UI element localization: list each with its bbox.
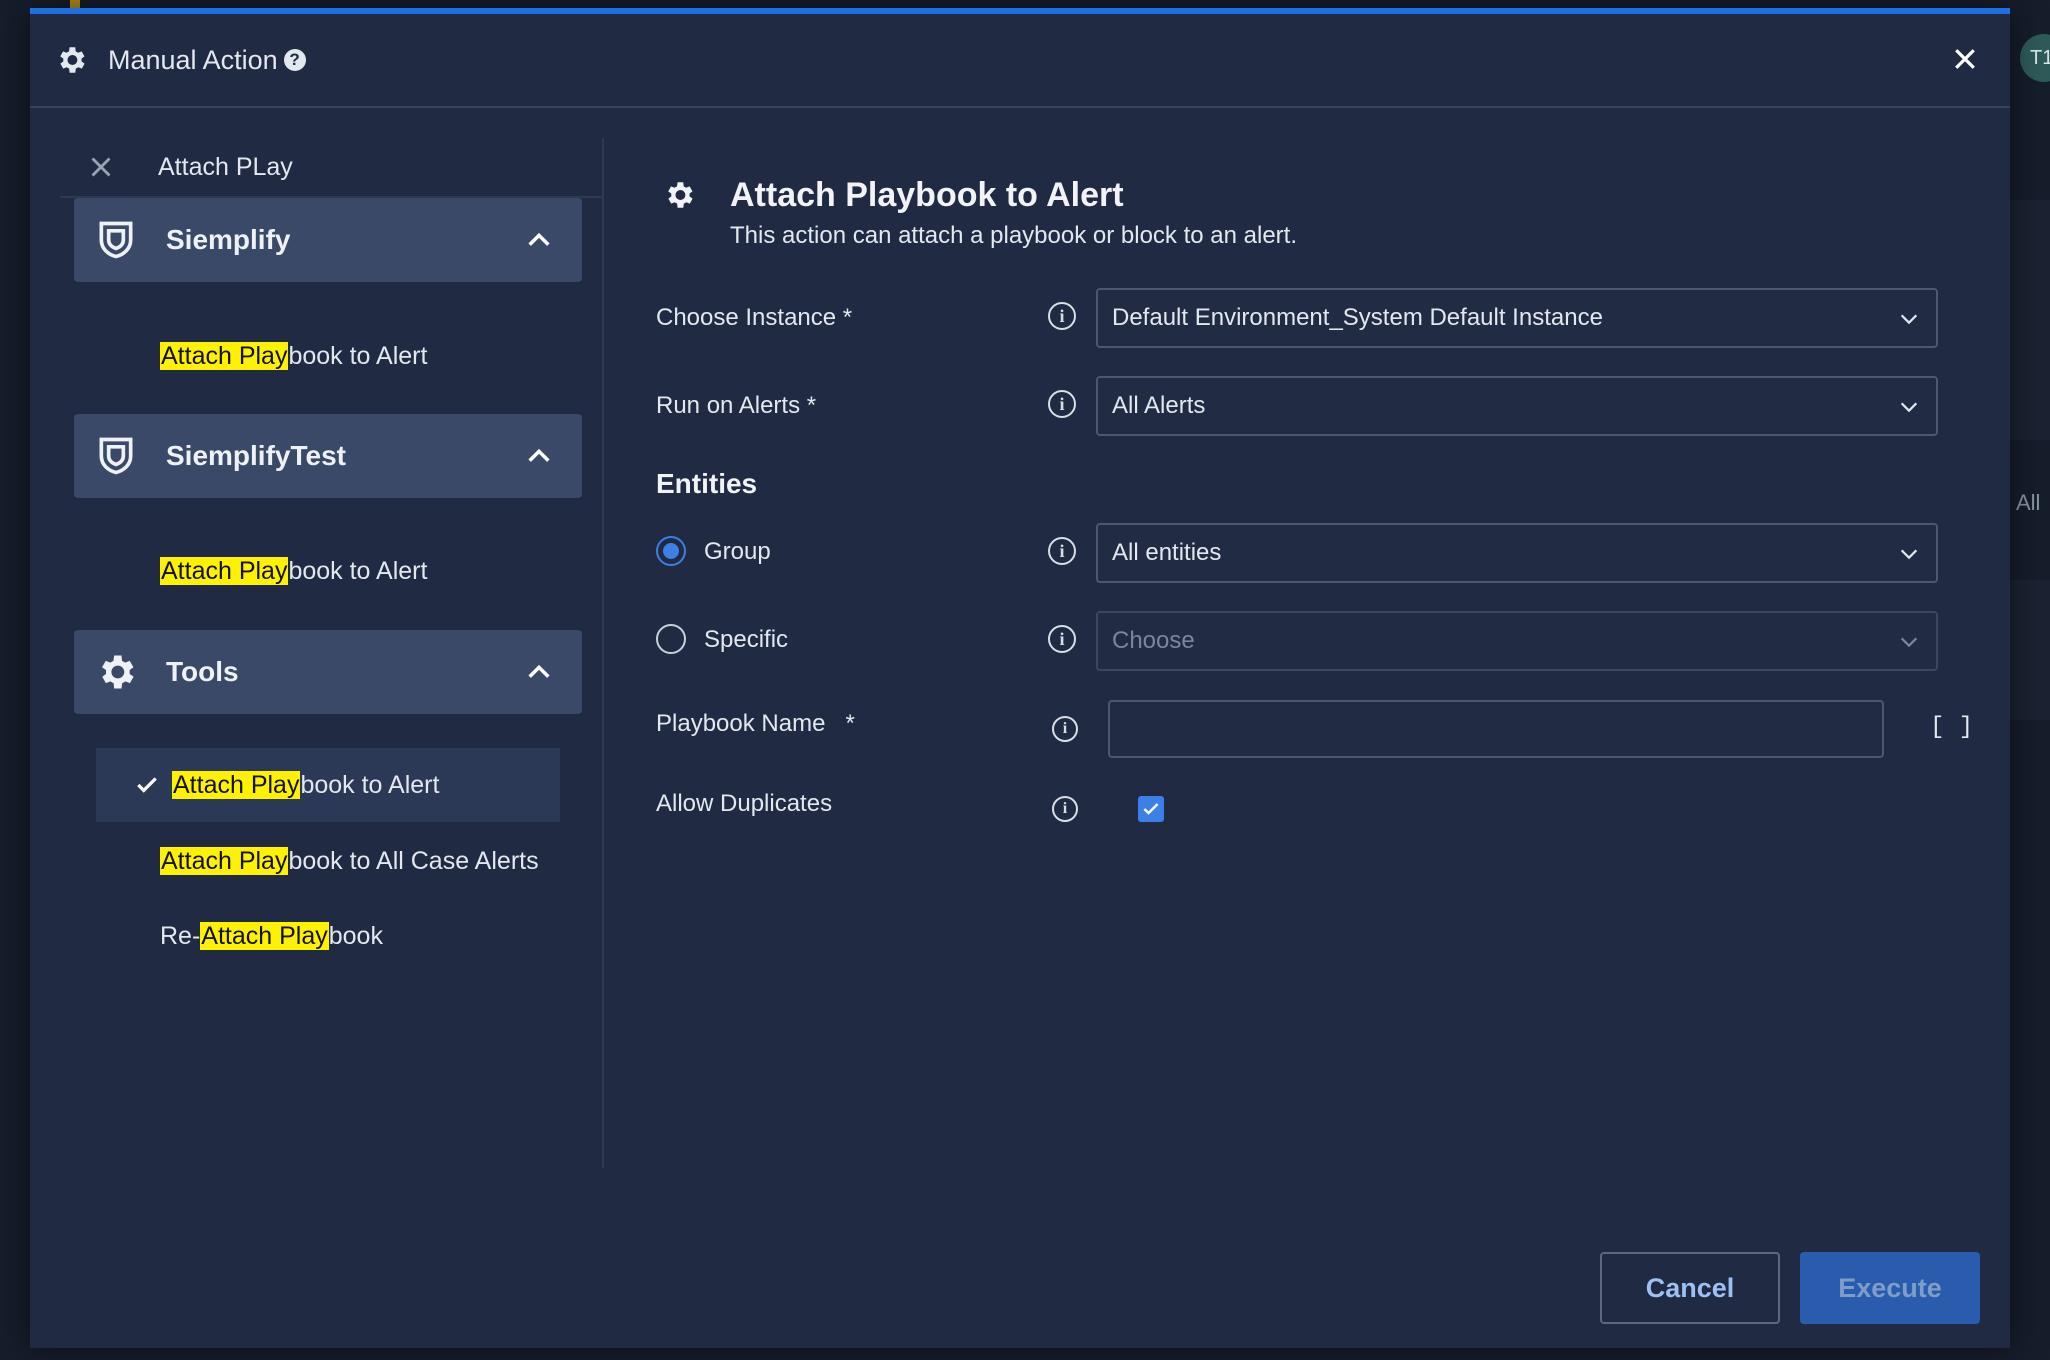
placeholder-brackets-button[interactable]: [ ] [1930, 714, 1973, 741]
choose-instance-value: Default Environment_System Default Insta… [1112, 304, 1603, 331]
chevron-up-icon[interactable] [524, 442, 554, 470]
action-label: Attach Playbook to Alert [160, 556, 428, 585]
gear-icon [668, 182, 693, 208]
specific-radio[interactable] [656, 624, 686, 654]
chevron-up-icon[interactable] [524, 226, 554, 254]
allow-duplicates-checkbox[interactable] [1138, 796, 1164, 822]
chevron-down-icon [1900, 637, 1918, 648]
action-item-tools-attach-playbook[interactable]: Attach Playbook to Alert [96, 748, 560, 822]
cancel-button[interactable]: Cancel [1600, 1252, 1780, 1324]
action-title: Attach Playbook to Alert [730, 176, 1124, 214]
specific-entities-placeholder: Choose [1112, 627, 1195, 654]
run-on-alerts-label: Run on Alerts * [656, 392, 817, 419]
info-icon[interactable]: i [1048, 302, 1076, 330]
group-label: Tools [166, 656, 239, 687]
action-list-panel: Siemplify Attach Playbook to Alert Siemp… [60, 138, 604, 1168]
info-icon[interactable]: i [1048, 537, 1076, 565]
group-radio[interactable] [656, 536, 686, 566]
execute-button[interactable]: Execute [1800, 1252, 1980, 1324]
group-siemplifytest[interactable]: SiemplifyTest [74, 414, 582, 498]
chevron-down-icon [1900, 402, 1918, 413]
info-icon[interactable]: i [1048, 625, 1076, 653]
action-item-tools-reattach-playbook[interactable]: Re-Attach Playbook [96, 899, 560, 973]
action-label: Attach Playbook to Alert [172, 770, 440, 799]
check-icon [137, 777, 157, 793]
group-label: SiemplifyTest [166, 440, 346, 471]
run-on-alerts-value: All Alerts [1112, 392, 1206, 419]
group-tools[interactable]: Tools [74, 630, 582, 714]
action-details-panel: Attach Playbook to Alert This action can… [630, 138, 1980, 1138]
manual-action-dialog: Manual Action ? Siemplify Attach Playboo… [30, 8, 2010, 1348]
entities-section-title: Entities [656, 468, 758, 499]
allow-duplicates-label: Allow Duplicates [656, 790, 833, 817]
action-description: This action can attach a playbook or blo… [730, 222, 1297, 249]
dialog-header: Manual Action ? [30, 14, 2010, 108]
action-item-tools-attach-playbook-all-case-alerts[interactable]: Attach Playbook to All Case Alerts [96, 824, 560, 898]
group-siemplify[interactable]: Siemplify [74, 198, 582, 282]
group-entities-value: All entities [1112, 539, 1222, 566]
action-label: Re-Attach Playbook [160, 921, 383, 950]
action-item-siemplifytest-attach-playbook[interactable]: Attach Playbook to Alert [96, 534, 560, 608]
backdrop-panel [2010, 200, 2050, 440]
clear-search-icon[interactable] [84, 150, 118, 184]
specific-radio-label[interactable]: Specific [704, 626, 788, 654]
help-icon[interactable]: ? [283, 49, 306, 71]
info-icon[interactable]: i [1052, 796, 1078, 822]
gear-icon [60, 47, 85, 73]
backdrop-accent [70, 0, 80, 8]
choose-instance-select[interactable]: Default Environment_System Default Insta… [1096, 288, 1938, 348]
group-radio-label[interactable]: Group [704, 538, 771, 566]
dialog-title: Manual Action [108, 44, 278, 75]
backdrop-text: All [2016, 490, 2041, 515]
close-icon[interactable] [1950, 44, 1980, 74]
chevron-down-icon [1900, 314, 1918, 325]
playbook-name-input[interactable] [1108, 700, 1884, 758]
run-on-alerts-select[interactable]: All Alerts [1096, 376, 1938, 436]
action-label: Attach Playbook to All Case Alerts [160, 846, 539, 875]
group-entities-select[interactable]: All entities [1096, 523, 1938, 583]
gear-icon [102, 655, 134, 689]
specific-entities-select[interactable]: Choose [1096, 611, 1938, 671]
info-icon[interactable]: i [1052, 716, 1078, 742]
action-label: Attach Playbook to Alert [160, 341, 428, 370]
check-icon [1143, 803, 1159, 815]
user-avatar[interactable]: T1 [2020, 34, 2050, 82]
backdrop-panel [2010, 580, 2050, 720]
info-icon[interactable]: i [1048, 390, 1076, 418]
action-item-siemplify-attach-playbook[interactable]: Attach Playbook to Alert [96, 319, 560, 393]
shield-icon [99, 221, 133, 259]
chevron-down-icon [1900, 549, 1918, 560]
shield-icon [99, 437, 133, 475]
chevron-up-icon[interactable] [524, 658, 554, 686]
action-search [60, 138, 602, 198]
playbook-name-label: Playbook Name * [656, 710, 855, 737]
group-label: Siemplify [166, 224, 291, 255]
choose-instance-label: Choose Instance * [656, 304, 853, 331]
search-input[interactable] [158, 152, 538, 182]
